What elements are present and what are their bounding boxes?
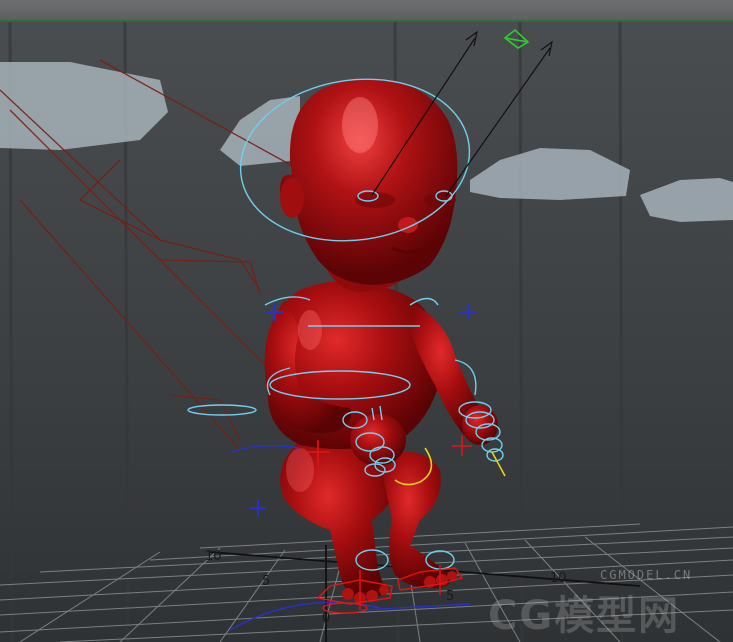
viewport-scene: 10 5 0 5 10: [0, 21, 733, 642]
grid-label-5-right: 5: [446, 589, 454, 604]
watermark-logo: CG模型网: [488, 593, 681, 639]
grid-label-5-left: 5: [262, 574, 270, 589]
maya-viewport[interactable]: 10 5 0 5 10 CGMODEL.CN CG模型网: [0, 0, 733, 642]
watermark-site: CGMODEL.CN: [600, 568, 693, 582]
grid-label-10-left: 10: [205, 549, 222, 564]
grid-label-0: 0: [322, 611, 330, 626]
